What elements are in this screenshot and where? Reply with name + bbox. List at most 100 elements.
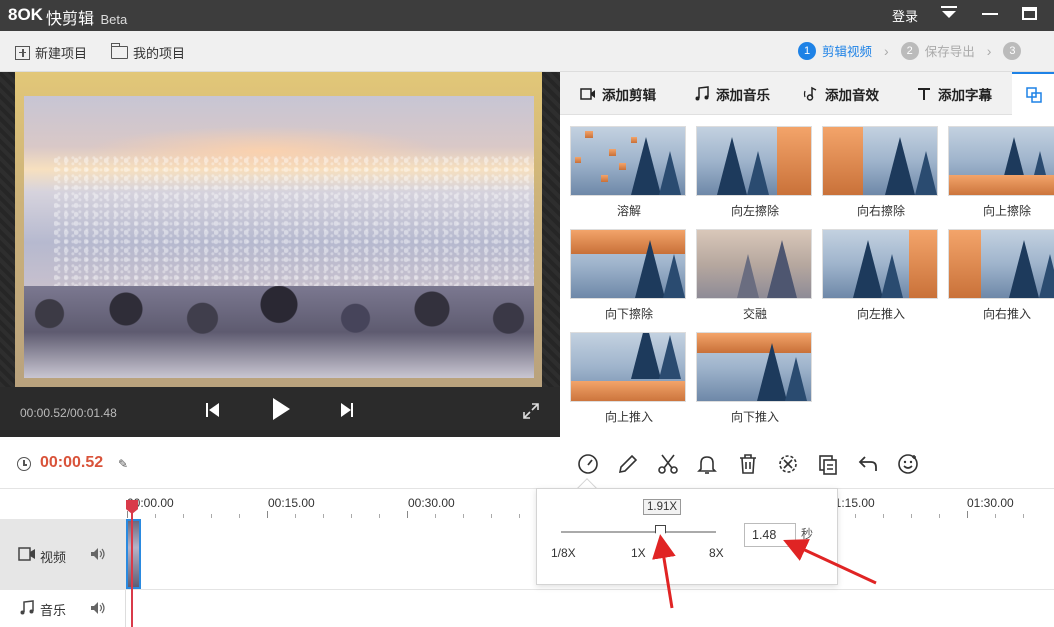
duration-unit: 秒 <box>801 527 814 541</box>
menu-dropdown-icon[interactable] <box>941 6 957 22</box>
speed-slider-track[interactable] <box>561 531 716 533</box>
transition-label: 向右推入 <box>982 307 1031 321</box>
my-projects-button[interactable]: 我的项目 <box>111 43 185 62</box>
tab-add-music[interactable]: 添加音乐 <box>694 72 770 115</box>
plus-box-icon <box>15 45 30 60</box>
transition-thumbnail <box>696 332 812 402</box>
new-project-label: 新建项目 <box>35 46 88 61</box>
my-projects-label: 我的项目 <box>133 46 186 61</box>
edit-time-icon[interactable]: ✎ <box>118 457 128 471</box>
step-3-number: 3 <box>1003 41 1022 60</box>
transition-item[interactable]: 溶解 <box>570 126 688 219</box>
tab-add-subtitle-label: 添加字幕 <box>938 87 992 103</box>
fullscreen-icon[interactable] <box>522 402 540 420</box>
transition-label: 向上推入 <box>604 410 653 424</box>
bell-icon[interactable] <box>695 452 719 476</box>
transition-thumbnail <box>696 229 812 299</box>
crop-rotate-icon[interactable] <box>776 452 800 476</box>
transition-label: 向左擦除 <box>730 204 779 218</box>
undo-icon[interactable] <box>856 452 880 476</box>
music-track-label: 音乐 <box>40 603 67 618</box>
video-camera-icon <box>580 87 595 100</box>
step-2-number: 2 <box>900 41 919 60</box>
video-track-label: 视频 <box>40 550 67 565</box>
video-frame <box>15 72 542 387</box>
previous-frame-icon[interactable] <box>203 398 227 422</box>
step-1-label[interactable]: 剪辑视频 <box>822 41 872 60</box>
app-name: 快剪辑 <box>46 11 95 28</box>
preview-time: 00:00.52/00:01.48 <box>20 406 117 420</box>
transition-item[interactable]: 向下擦除 <box>570 229 688 322</box>
text-t-icon <box>918 87 930 100</box>
video-track: 视频 <box>0 519 1054 590</box>
copy-icon[interactable] <box>816 452 840 476</box>
duration-input[interactable]: 1.48 <box>744 523 796 547</box>
maximize-icon[interactable] <box>1022 7 1037 20</box>
transition-thumbnail <box>822 229 938 299</box>
login-link[interactable]: 登录 <box>892 6 918 25</box>
speed-tooltip: 1.91X <box>643 499 682 515</box>
video-camera-icon <box>18 547 35 561</box>
minimize-icon[interactable] <box>982 13 998 15</box>
transition-label: 向上擦除 <box>982 204 1031 218</box>
transition-thumbnail <box>570 126 686 196</box>
transition-label: 交融 <box>742 307 767 321</box>
transition-item[interactable]: 向上推入 <box>570 332 688 425</box>
ruler-label: 00:15.00 <box>268 496 315 510</box>
play-icon[interactable] <box>269 397 293 421</box>
step-indicator: 1 剪辑视频 › 2 保存导出 › 3 <box>798 41 1022 60</box>
speed-min-label: 1/8X <box>551 546 576 560</box>
resource-panel: 添加剪辑 添加音乐 添加音效 添加字幕 溶解 向左擦除 向右擦除 向上擦除 向下… <box>560 72 1054 437</box>
folder-icon <box>111 43 128 59</box>
tab-add-clip-label: 添加剪辑 <box>602 87 656 103</box>
tab-add-sound-effect[interactable]: 添加音效 <box>803 72 879 115</box>
trash-icon[interactable] <box>736 452 760 476</box>
app-logo: 8OK <box>8 5 43 24</box>
transition-thumbnail <box>948 126 1054 196</box>
sound-effect-icon <box>803 86 817 101</box>
pencil-icon[interactable] <box>616 452 640 476</box>
timeline-ruler[interactable]: 00:00.00 00:15.00 00:30.00 01:15.00 01:3… <box>0 489 1054 519</box>
transition-item[interactable]: 向左擦除 <box>696 126 814 219</box>
new-project-button[interactable]: 新建项目 <box>15 43 87 62</box>
tab-add-clip[interactable]: 添加剪辑 <box>580 72 656 115</box>
playhead-line[interactable] <box>131 500 133 627</box>
speaker-icon[interactable] <box>90 601 106 615</box>
chevron-right-icon: › <box>884 42 889 59</box>
scissors-icon[interactable] <box>656 452 680 476</box>
transition-item[interactable]: 向右擦除 <box>822 126 940 219</box>
tab-add-sound-effect-label: 添加音效 <box>825 87 879 103</box>
transition-item[interactable]: 向上擦除 <box>948 126 1054 219</box>
step-1-number: 1 <box>798 41 816 60</box>
transition-thumbnail <box>570 332 686 402</box>
transition-thumbnail <box>822 126 938 196</box>
next-frame-icon[interactable] <box>336 398 360 422</box>
tab-add-subtitle[interactable]: 添加字幕 <box>916 72 992 115</box>
crowd-silhouette <box>24 286 534 378</box>
speed-slider-thumb[interactable] <box>655 525 666 538</box>
transition-grid: 溶解 向左擦除 向右擦除 向上擦除 向下擦除 交融 向左推入 向右推入 向上推入… <box>560 115 1054 437</box>
ruler-label: 01:30.00 <box>967 496 1014 510</box>
emoji-sticker-icon[interactable] <box>896 452 920 476</box>
transition-item[interactable]: 交融 <box>696 229 814 322</box>
video-clip[interactable] <box>126 519 141 589</box>
video-track-header: 视频 <box>0 519 126 590</box>
app-title: 快剪辑 Beta <box>46 5 127 29</box>
firework-sparkles <box>54 156 534 286</box>
clock-icon <box>17 457 31 471</box>
speed-popup: 1.91X 1/8X 1X 8X 1.48 秒 <box>536 488 838 585</box>
speed-mid-label: 1X <box>631 546 646 560</box>
transition-item[interactable]: 向下推入 <box>696 332 814 425</box>
step-2-label[interactable]: 保存导出 <box>925 41 975 60</box>
video-preview-panel: 00:00.52/00:01.48 <box>0 72 560 437</box>
transition-label: 向左推入 <box>856 307 905 321</box>
music-track: 音乐 <box>0 590 1054 627</box>
speed-gauge-icon[interactable] <box>576 452 600 476</box>
tab-transitions[interactable] <box>1012 72 1054 115</box>
video-image <box>24 96 534 378</box>
speaker-icon[interactable] <box>90 547 106 561</box>
transition-item[interactable]: 向右推入 <box>948 229 1054 322</box>
speed-max-label: 8X <box>709 546 724 560</box>
ruler-label: 00:30.00 <box>408 496 455 510</box>
transition-item[interactable]: 向左推入 <box>822 229 940 322</box>
